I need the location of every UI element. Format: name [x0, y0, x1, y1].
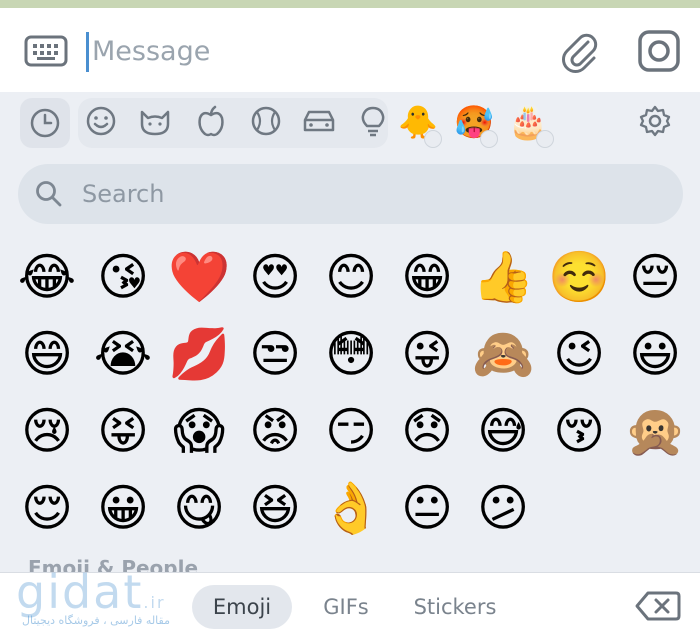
lock-icon — [480, 130, 498, 148]
emoji-category-bar: 🐥 🥵 🎂 — [0, 92, 700, 154]
cat-icon — [140, 110, 170, 136]
emoji-cell[interactable]: 😊 — [320, 246, 382, 308]
emoji-cell[interactable]: 😳 — [320, 323, 382, 385]
emoji-cell[interactable]: 😐 — [396, 477, 458, 539]
ball-icon — [251, 106, 281, 136]
emoji-cell[interactable]: 😞 — [396, 400, 458, 462]
tab-objects[interactable] — [352, 98, 394, 144]
emoji-cell[interactable]: 👌 — [320, 477, 382, 539]
watermark-tagline: مقاله فارسی ، فروشگاه دیجیتال — [22, 614, 170, 627]
car-icon — [303, 110, 335, 132]
emoji-cell[interactable]: 😔 — [624, 246, 686, 308]
emoji-cell[interactable]: 😢 — [16, 400, 78, 462]
gear-icon — [639, 105, 671, 137]
emoji-cell[interactable]: 😭 — [92, 323, 154, 385]
paperclip-icon[interactable] — [558, 28, 600, 74]
tab-gifs[interactable]: GIFs — [306, 585, 386, 629]
tab-smileys[interactable] — [80, 98, 122, 144]
emoji-cell[interactable]: 😀 — [92, 477, 154, 539]
emoji-cell[interactable]: 😆 — [244, 477, 306, 539]
emoji-search-field[interactable]: Search — [18, 164, 683, 224]
emoji-cell[interactable]: 😒 — [244, 323, 306, 385]
emoji-cell[interactable]: 😍 — [244, 246, 306, 308]
apple-icon — [198, 105, 224, 137]
emoji-cell[interactable]: 😅 — [472, 400, 534, 462]
camera-icon[interactable] — [636, 28, 682, 74]
emoji-cell[interactable]: 💋 — [168, 323, 230, 385]
emoji-cell[interactable]: 😘 — [92, 246, 154, 308]
emoji-cell[interactable]: 🙈 — [472, 323, 534, 385]
tab-emoji[interactable]: Emoji — [192, 585, 292, 629]
emoji-cell[interactable]: 😱 — [168, 400, 230, 462]
tab-stickers[interactable]: Stickers — [400, 585, 510, 629]
tab-travel[interactable] — [298, 98, 340, 144]
backspace-icon[interactable] — [634, 589, 682, 623]
lock-icon — [536, 130, 554, 148]
text-caret — [86, 32, 89, 72]
clock-icon — [30, 108, 60, 138]
emoji-cell[interactable]: 😡 — [244, 400, 306, 462]
emoji-cell[interactable]: 😃 — [624, 323, 686, 385]
lightbulb-icon — [361, 106, 385, 137]
keyboard-icon[interactable] — [24, 34, 68, 68]
emoji-cell[interactable]: 😝 — [92, 400, 154, 462]
smiley-icon — [86, 106, 116, 136]
category-group-background — [78, 98, 388, 148]
emoji-cell[interactable]: 😏 — [320, 400, 382, 462]
emoji-cell[interactable]: 😁 — [396, 246, 458, 308]
emoji-cell[interactable]: 😌 — [16, 477, 78, 539]
search-placeholder: Search — [82, 180, 165, 208]
tab-activity[interactable] — [245, 98, 287, 144]
tab-animals[interactable] — [134, 98, 176, 144]
emoji-cell[interactable]: 🙊 — [624, 400, 686, 462]
emoji-cell[interactable]: 😕 — [472, 477, 534, 539]
emoji-cell[interactable]: ☺️ — [548, 246, 610, 308]
emoji-cell[interactable]: 😜 — [396, 323, 458, 385]
top-strip — [0, 0, 700, 8]
tab-food[interactable] — [190, 98, 232, 144]
settings-button[interactable] — [634, 98, 676, 144]
message-input[interactable]: Message — [92, 32, 210, 72]
search-icon — [36, 181, 62, 207]
message-composer: Message — [0, 8, 700, 92]
emoji-cell[interactable]: 👍 — [472, 246, 534, 308]
emoji-cell[interactable]: 😚 — [548, 400, 610, 462]
watermark-tld: .ir — [143, 593, 166, 612]
emoji-cell[interactable]: 😋 — [168, 477, 230, 539]
emoji-cell[interactable]: 😂 — [16, 246, 78, 308]
watermark-brand: gidat — [16, 565, 144, 619]
emoji-grid: 😂 😘 ❤️ 😍 😊 😁 👍 ☺️ 😔 😄 😭 💋 😒 😳 😜 🙈 😉 😃 😢 😝 😱 😡 😏 😞 😅 😚 🙊 😌 😀 😋 😆 👌 😐 😕 — [16, 246, 696, 546]
emoji-cell[interactable]: 😉 — [548, 323, 610, 385]
lock-icon — [424, 130, 442, 148]
emoji-cell[interactable]: ❤️ — [168, 246, 230, 308]
emoji-cell[interactable]: 😄 — [16, 323, 78, 385]
tab-recent[interactable] — [20, 98, 70, 148]
